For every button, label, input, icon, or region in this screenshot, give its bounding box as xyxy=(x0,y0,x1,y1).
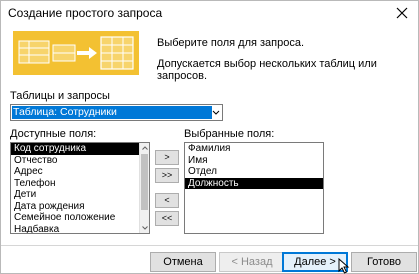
list-item[interactable]: Отчество xyxy=(11,155,149,167)
wizard-dialog: Создание простого запроса Выберите поля … xyxy=(0,0,419,274)
list-item[interactable]: Надбавка xyxy=(11,224,149,234)
available-scrollbar[interactable] xyxy=(139,143,149,233)
selected-fields-label: Выбранные поля: xyxy=(184,128,275,140)
add-field-button[interactable]: > xyxy=(155,150,179,165)
title-bar: Создание простого запроса xyxy=(1,1,418,27)
remove-field-button[interactable]: < xyxy=(155,193,179,208)
selected-fields-list[interactable]: Фамилия Имя Отдел Должность xyxy=(184,142,324,234)
remove-all-fields-button[interactable]: << xyxy=(155,211,179,226)
available-fields-label: Доступные поля: xyxy=(10,128,97,140)
window-title: Создание простого запроса xyxy=(8,6,163,20)
close-icon[interactable] xyxy=(394,5,410,21)
list-item[interactable]: Отдел xyxy=(185,166,323,178)
available-fields-list[interactable]: Код сотрудника Отчество Адрес Телефон Де… xyxy=(10,142,150,234)
list-item[interactable]: Адрес xyxy=(11,166,149,178)
chevron-down-icon[interactable] xyxy=(211,106,221,119)
scroll-down-icon[interactable] xyxy=(140,223,149,233)
finish-button[interactable]: Готово xyxy=(351,252,417,272)
cancel-button[interactable]: Отмена xyxy=(150,252,216,272)
hint-text: Допускается выбор нескольких таблиц или … xyxy=(157,58,377,82)
list-item[interactable]: Код сотрудника xyxy=(11,143,149,155)
instruction-text: Выберите поля для запроса. xyxy=(157,37,305,49)
scroll-thumb[interactable] xyxy=(141,154,148,210)
tables-dropdown-value: Таблица: Сотрудники xyxy=(12,106,212,119)
back-button[interactable]: < Назад xyxy=(219,252,285,272)
tables-label: Таблицы и запросы xyxy=(10,90,110,102)
list-item[interactable]: Дата рождения xyxy=(11,201,149,213)
add-all-fields-button[interactable]: >> xyxy=(155,168,179,183)
list-item[interactable]: Дети xyxy=(11,189,149,201)
tables-dropdown[interactable]: Таблица: Сотрудники xyxy=(10,104,223,121)
list-item[interactable]: Фамилия xyxy=(185,143,323,155)
list-item[interactable]: Семейное положение xyxy=(11,212,149,224)
mouse-pointer-icon xyxy=(338,257,350,274)
scroll-up-icon[interactable] xyxy=(140,143,149,153)
wizard-illustration xyxy=(13,31,139,75)
list-item[interactable]: Телефон xyxy=(11,178,149,190)
footer-divider xyxy=(1,245,418,246)
list-item[interactable]: Имя xyxy=(185,155,323,167)
list-item[interactable]: Должность xyxy=(185,177,323,189)
